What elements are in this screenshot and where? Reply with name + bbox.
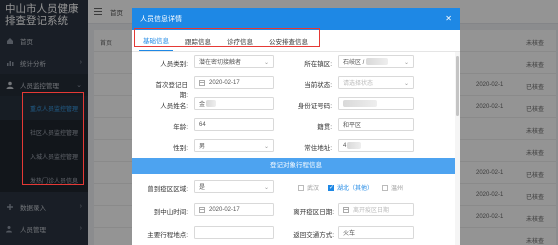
leave-date-placeholder: 离开疫区日期	[353, 208, 390, 214]
chevron-down-icon: ⌄	[263, 185, 269, 191]
age-input[interactable]: 64	[194, 118, 274, 131]
name-value: 金	[199, 102, 206, 108]
person-detail-dialog: 人员信息详情 ✕ 基础信息 跟踪信息 诊疗信息 公安排查信息 人员类别: 潜在密…	[132, 8, 460, 245]
chevron-down-icon: ⌄	[263, 60, 269, 66]
address-input[interactable]: 4	[338, 139, 414, 152]
checkbox-wenzhou-label: 温州	[391, 186, 404, 192]
transport-value: 火车	[343, 231, 356, 237]
travel-section-title: 登记对象行程信息	[132, 158, 460, 174]
age-label: 年龄:	[173, 124, 188, 131]
tab-treatment-info[interactable]: 诊疗信息	[223, 36, 257, 51]
form-scrollbar[interactable]	[455, 52, 460, 245]
leave-date-label: 离开疫区日期:	[293, 209, 334, 216]
arrival-date-input[interactable]: 2020-02-17	[194, 203, 274, 216]
arrival-date-label: 到中山时间:	[153, 209, 188, 216]
district-label: 所在镇区:	[304, 61, 332, 68]
first-reg-date-value: 2020-02-17	[209, 79, 240, 86]
arrival-date-value: 2020-02-17	[209, 206, 240, 213]
person-type-value: 潜在密切接触者	[199, 60, 242, 66]
current-status-label: 当前状态:	[304, 82, 332, 89]
calendar-icon	[199, 206, 205, 213]
first-reg-date-label: 首次登记日期:	[155, 82, 189, 99]
name-input[interactable]: 金	[194, 97, 274, 110]
tab-basic-info[interactable]: 基础信息	[139, 35, 173, 51]
district-value: 石岐区 /	[343, 60, 365, 66]
leave-date-input[interactable]: 离开疫区日期	[338, 203, 414, 216]
name-label: 人员姓名:	[160, 103, 188, 110]
address-label: 常住地址:	[304, 145, 332, 152]
calendar-icon	[199, 79, 205, 86]
checkbox-wenzhou[interactable]: 温州	[382, 183, 403, 192]
dialog-tabs: 基础信息 跟踪信息 诊疗信息 公安排查信息	[132, 30, 460, 52]
basic-info-form: 人员类别: 潜在密切接触者 ⌄ 所在镇区: 石岐区 / ⌄ 首次登记日期: 20…	[132, 52, 460, 245]
tab-tracking-info[interactable]: 跟踪信息	[181, 36, 215, 51]
checkbox-wuhan[interactable]: 武汉	[298, 183, 319, 192]
id-number-label: 身份证号码:	[297, 103, 332, 110]
visited-area-label: 曾到疫区区域:	[147, 186, 188, 193]
nationality-value: 和平区	[343, 123, 362, 129]
transport-input[interactable]: 火车	[338, 226, 414, 239]
visited-area-value: 是	[199, 185, 206, 191]
gender-value: 男	[199, 144, 206, 150]
district-select[interactable]: 石岐区 / ⌄	[338, 55, 414, 68]
chevron-down-icon: ⌄	[263, 144, 269, 150]
tab-police-check-info[interactable]: 公安排查信息	[265, 36, 312, 51]
checkbox-wuhan-label: 武汉	[307, 186, 320, 192]
nationality-input[interactable]: 和平区	[338, 118, 414, 131]
id-number-input[interactable]	[338, 97, 414, 110]
first-reg-date-input[interactable]: 2020-02-17	[194, 76, 274, 89]
travel-locations-input[interactable]	[194, 226, 274, 239]
dialog-title: 人员信息详情	[140, 16, 182, 23]
person-type-select[interactable]: 潜在密切接触者 ⌄	[194, 55, 274, 68]
visited-area-select[interactable]: 是 ⌄	[194, 180, 274, 193]
chevron-down-icon: ⌄	[403, 60, 409, 66]
current-status-placeholder: 请选择状态	[343, 81, 374, 87]
chevron-down-icon: ⌄	[403, 81, 409, 87]
current-status-select[interactable]: 请选择状态 ⌄	[338, 76, 414, 89]
transport-label: 返回交通方式:	[293, 232, 334, 239]
close-icon[interactable]: ✕	[445, 14, 452, 23]
person-type-label: 人员类别:	[160, 61, 188, 68]
age-value: 64	[199, 121, 206, 128]
checkbox-hubei-other[interactable]: 湖北（其他）	[328, 183, 373, 192]
nationality-label: 籍贯:	[317, 124, 332, 131]
checkbox-hubei-label: 湖北（其他）	[337, 186, 374, 192]
dialog-header: 人员信息详情 ✕	[132, 8, 460, 30]
calendar-icon	[343, 206, 349, 213]
travel-locations-label: 主要行程地点:	[147, 232, 188, 239]
address-value: 4	[343, 142, 347, 149]
gender-select[interactable]: 男 ⌄	[194, 139, 274, 152]
gender-label: 性别:	[173, 145, 188, 152]
